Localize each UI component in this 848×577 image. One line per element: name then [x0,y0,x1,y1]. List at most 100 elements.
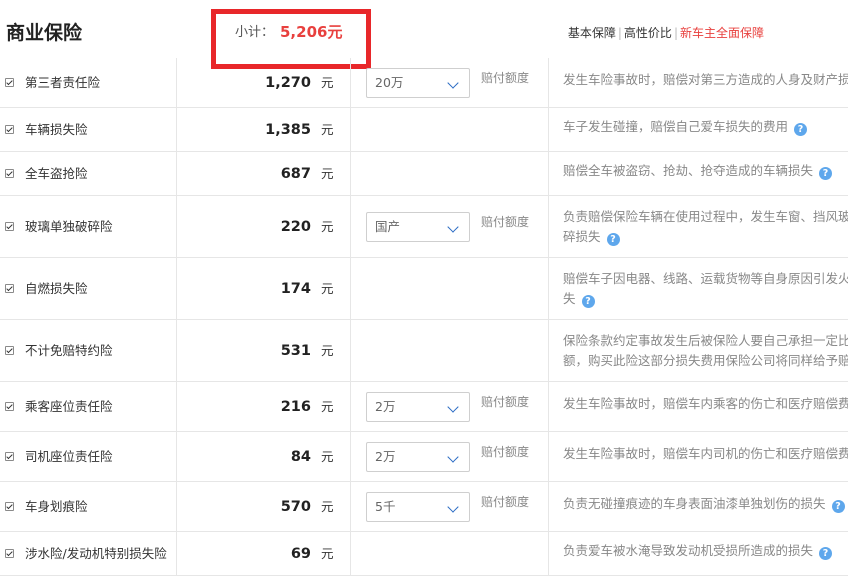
row-checkbox[interactable] [5,549,14,558]
payout-limit-label: 赔付额度 [481,445,530,459]
coverage-name: 自燃损失险 [25,281,88,296]
column-divider [176,196,177,257]
description-line: 车子发生碰撞，赔偿自己爱车损失的费用? [563,117,848,137]
table-row: 玻璃单独破碎险 220 元 国产 赔付额度 负责赔偿保险车辆在使用过程中，发生车窗、挡风玻… [0,196,848,258]
help-question-icon[interactable]: ? [831,500,845,513]
chevron-down-icon [447,77,459,89]
price-unit: 元 [321,281,334,296]
price-unit: 元 [321,122,334,137]
plan-links: 基本保障 | 高性价比 | 新车主全面保障 [568,24,764,42]
select-value: 2万 [375,449,396,464]
row-checkbox[interactable] [5,222,14,231]
column-divider [548,196,549,257]
column-divider [548,58,549,107]
plan-link-1[interactable]: 高性价比 [624,26,672,40]
table-row: 司机座位责任险 84 元 2万 赔付额度 发生车险事故时，赔偿车内司机的伤亡和医疗赔偿费用 [0,432,848,482]
description-line: 额，购买此险这部分损失费用保险公司将同样给予赔偿 [563,351,848,371]
description-text: 碎损失 [563,229,601,244]
chevron-down-icon [447,501,459,513]
coverage-name: 乘客座位责任险 [25,399,113,414]
help-question-icon[interactable]: ? [819,167,833,180]
row-checkbox[interactable] [5,169,14,178]
row-checkbox[interactable] [5,78,14,87]
description-text: 负责赔偿保险车辆在使用过程中，发生车窗、挡风玻璃 [563,209,848,224]
payout-limit-label: 赔付额度 [481,395,530,409]
subtotal-value: 5,206元 [280,23,343,41]
coverage-description: 车子发生碰撞，赔偿自己爱车损失的费用? [563,117,848,137]
coverage-price: 531 [280,343,311,359]
description-line: 碎损失? [563,227,848,247]
column-divider [350,58,351,107]
description-text: 负责爱车被水淹导致发动机受损所造成的损失 [563,543,814,558]
payout-limit-label: 赔付额度 [481,215,530,229]
column-divider [350,382,351,431]
column-divider [548,108,549,151]
table-row: 不计免赔特约险 531 元 保险条款约定事故发生后被保险人要自己承担一定比例额，购买此… [0,320,848,382]
coverage-amount-select[interactable]: 2万 [366,442,470,472]
help-question-icon[interactable]: ? [581,295,595,308]
table-row: 涉水险/发动机特别损失险 69 元 负责爱车被水淹导致发动机受损所造成的损失? [0,532,848,576]
row-checkbox[interactable] [5,502,14,511]
help-question-icon[interactable]: ? [606,233,620,246]
plan-link-2[interactable]: 新车主全面保障 [680,26,764,40]
price-unit: 元 [321,343,334,358]
help-question-icon[interactable]: ? [819,547,833,560]
row-checkbox[interactable] [5,402,14,411]
select-value: 2万 [375,399,396,414]
column-divider [350,196,351,257]
description-line: 失? [563,289,848,309]
insurance-table: 第三者责任险 1,270 元 20万 赔付额度 发生车险事故时，赔偿对第三方造成的人身及财… [0,58,848,576]
column-divider [176,432,177,481]
description-line: 负责赔偿保险车辆在使用过程中，发生车窗、挡风玻璃 [563,207,848,227]
section-header: 商业保险 小计： 5,206元 基本保障 | 高性价比 | 新车主全面保障 [0,0,848,69]
coverage-amount-select[interactable]: 2万 [366,392,470,422]
column-divider [548,432,549,481]
column-divider [176,532,177,575]
coverage-price: 1,385 [265,122,311,138]
column-divider [176,382,177,431]
coverage-description: 负责赔偿保险车辆在使用过程中，发生车窗、挡风玻璃 碎损失? [563,207,848,247]
coverage-amount-select[interactable]: 国产 [366,212,470,242]
column-divider [350,320,351,381]
chevron-down-icon [447,221,459,233]
coverage-amount-select[interactable]: 5千 [366,492,470,522]
table-row: 乘客座位责任险 216 元 2万 赔付额度 发生车险事故时，赔偿车内乘客的伤亡和医疗赔偿费… [0,382,848,432]
table-row: 第三者责任险 1,270 元 20万 赔付额度 发生车险事故时，赔偿对第三方造成的人身及财… [0,58,848,108]
coverage-name: 车身划痕险 [25,499,88,514]
row-checkbox[interactable] [5,284,14,293]
coverage-name: 司机座位责任险 [25,449,113,464]
coverage-description: 赔偿全车被盗窃、抢劫、抢夺造成的车辆损失? [563,161,848,181]
description-line: 发生车险事故时，赔偿对第三方造成的人身及财产损失 [563,70,848,90]
coverage-name: 全车盗抢险 [25,166,88,181]
plan-link-0[interactable]: 基本保障 [568,26,616,40]
coverage-price: 69 [290,546,311,562]
description-text: 负责无碰撞痕迹的车身表面油漆单独划伤的损失 [563,496,826,511]
help-question-icon[interactable]: ? [794,123,808,136]
coverage-price: 687 [280,166,311,182]
price-unit: 元 [321,546,334,561]
description-line: 保险条款约定事故发生后被保险人要自己承担一定比例 [563,331,848,351]
row-checkbox[interactable] [5,452,14,461]
description-text: 赔偿全车被盗窃、抢劫、抢夺造成的车辆损失 [563,163,814,178]
coverage-name: 第三者责任险 [25,75,101,90]
coverage-description: 发生车险事故时，赔偿车内司机的伤亡和医疗赔偿费用 [563,444,848,464]
table-row: 车辆损失险 1,385 元 车子发生碰撞，赔偿自己爱车损失的费用? [0,108,848,152]
row-checkbox[interactable] [5,346,14,355]
description-line: 发生车险事故时，赔偿车内司机的伤亡和医疗赔偿费用 [563,444,848,464]
coverage-description: 发生车险事故时，赔偿对第三方造成的人身及财产损失 [563,70,848,90]
price-unit: 元 [321,75,334,90]
payout-limit-label: 赔付额度 [481,71,530,85]
coverage-description: 发生车险事故时，赔偿车内乘客的伤亡和医疗赔偿费用 [563,394,848,414]
coverage-name: 不计免赔特约险 [25,343,113,358]
select-value: 5千 [375,499,396,514]
price-unit: 元 [321,219,334,234]
subtotal-label: 小计： [235,25,275,40]
coverage-amount-select[interactable]: 20万 [366,68,470,98]
column-divider [176,320,177,381]
column-divider [548,532,549,575]
description-text: 保险条款约定事故发生后被保险人要自己承担一定比例 [563,333,848,348]
subtotal-highlight-box [211,9,371,69]
description-text: 发生车险事故时，赔偿对第三方造成的人身及财产损失 [563,72,848,87]
row-checkbox[interactable] [5,125,14,134]
column-divider [350,432,351,481]
